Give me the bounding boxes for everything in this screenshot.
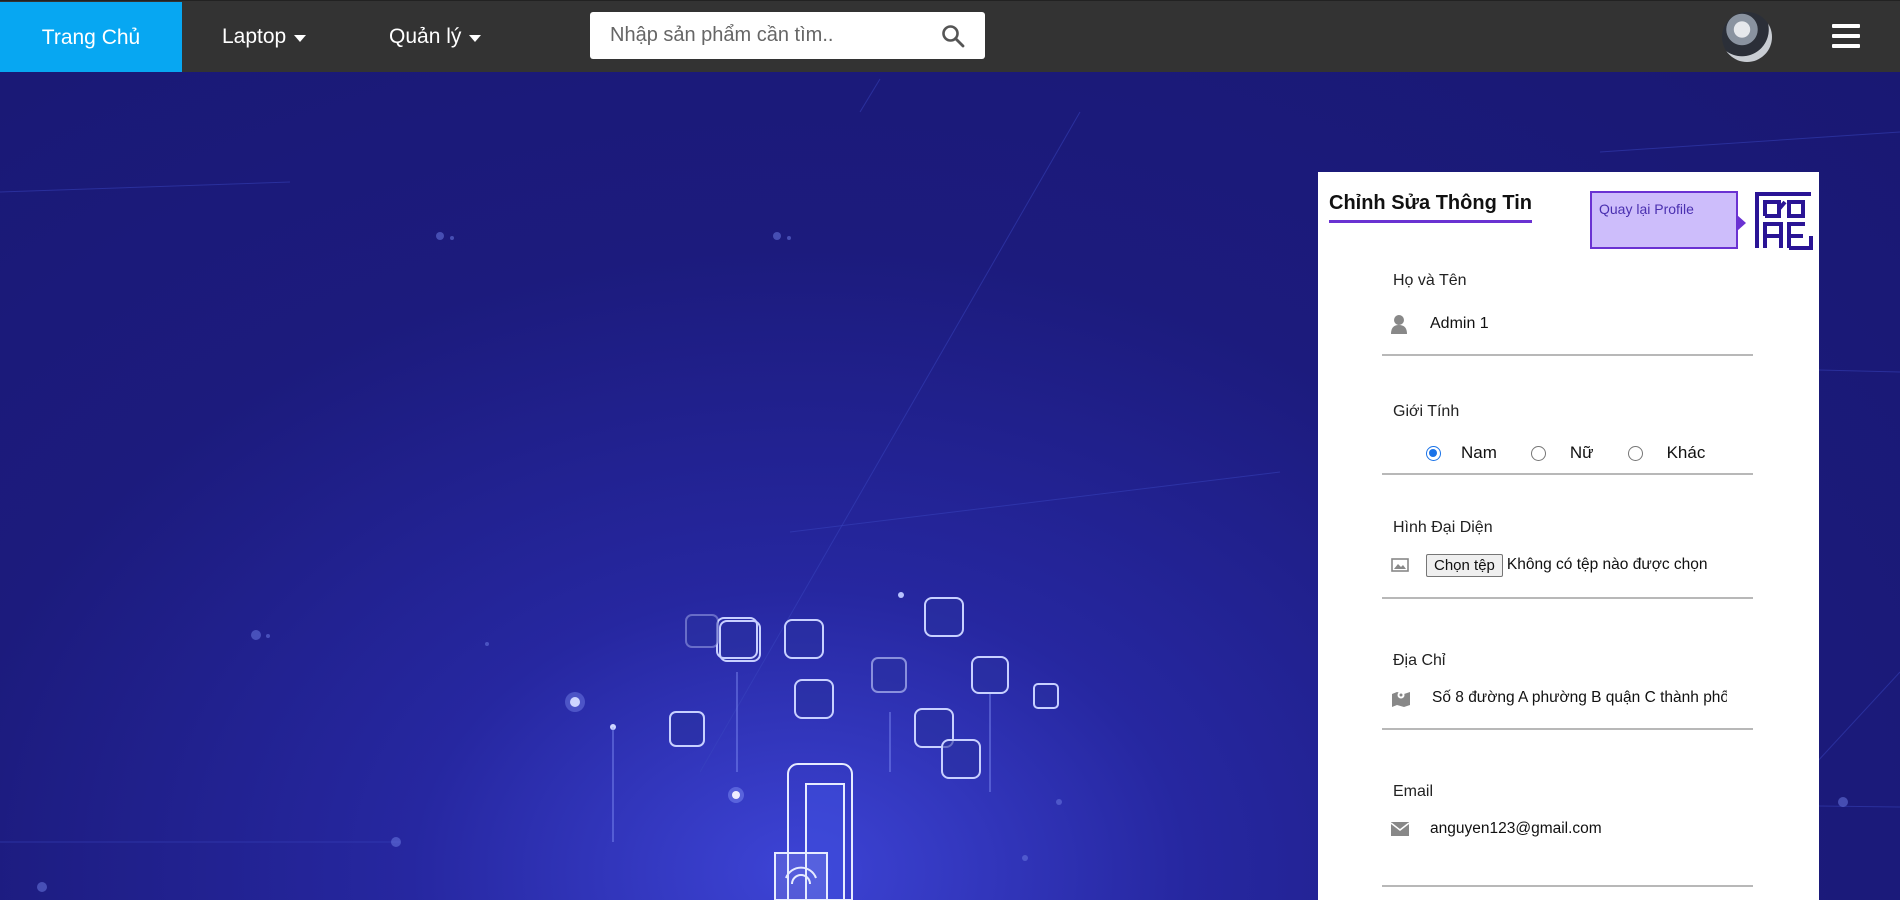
email-underline bbox=[1382, 885, 1753, 887]
gender-label: Giới Tính bbox=[1393, 403, 1460, 420]
gender-option-female: Nữ bbox=[1569, 443, 1594, 462]
panel-title: Chỉnh Sửa Thông Tin bbox=[1329, 192, 1532, 223]
nav-laptop-dropdown[interactable]: Laptop bbox=[222, 1, 307, 73]
nav-manage-label: Quản lý bbox=[389, 25, 462, 48]
hamburger-menu-icon[interactable] bbox=[1832, 24, 1860, 50]
avatar-label: Hình Đại Diện bbox=[1393, 519, 1493, 536]
address-label: Địa Chỉ bbox=[1393, 652, 1446, 669]
nav-home-link[interactable]: Trang Chủ bbox=[0, 2, 182, 73]
user-avatar[interactable] bbox=[1722, 12, 1772, 62]
chevron-down-icon bbox=[469, 35, 482, 42]
search-box bbox=[590, 12, 985, 59]
choose-file-button[interactable]: Chọn tệp bbox=[1426, 553, 1503, 577]
name-input[interactable]: Admin 1 bbox=[1430, 315, 1489, 333]
file-status-text: Không có tệp nào được chọn bbox=[1506, 556, 1708, 573]
nav-manage-dropdown[interactable]: Quản lý bbox=[389, 1, 482, 73]
user-icon bbox=[1391, 314, 1413, 334]
email-input[interactable]: anguyen123@gmail.com bbox=[1430, 820, 1602, 838]
back-to-profile-button[interactable]: Quay lại Profile bbox=[1590, 191, 1746, 249]
address-input[interactable]: Số 8 đường A phường B quận C thành phố bbox=[1432, 689, 1727, 707]
nav-laptop-label: Laptop bbox=[222, 25, 287, 48]
search-icon[interactable] bbox=[941, 24, 965, 48]
image-icon bbox=[1391, 558, 1413, 572]
name-underline bbox=[1382, 354, 1753, 356]
gender-option-other: Khác bbox=[1666, 443, 1706, 462]
chevron-down-icon bbox=[294, 35, 307, 42]
address-underline bbox=[1382, 728, 1753, 730]
gender-radio-female[interactable] bbox=[1530, 445, 1546, 461]
search-input[interactable] bbox=[608, 23, 932, 48]
gender-radio-male[interactable] bbox=[1426, 445, 1441, 461]
edit-profile-panel: Chỉnh Sửa Thông Tin Quay lại Profile Họ … bbox=[1318, 172, 1819, 900]
gender-radio-other[interactable] bbox=[1627, 445, 1643, 461]
map-icon bbox=[1391, 689, 1413, 707]
email-label: Email bbox=[1393, 783, 1434, 800]
gender-option-male: Nam bbox=[1461, 443, 1497, 462]
envelope-icon bbox=[1391, 822, 1413, 836]
brand-logo bbox=[1755, 192, 1813, 250]
avatar-underline bbox=[1382, 597, 1753, 599]
top-navbar: Trang Chủ Laptop Quản lý bbox=[0, 0, 1900, 73]
gender-underline bbox=[1382, 473, 1753, 475]
name-label: Họ và Tên bbox=[1393, 272, 1467, 289]
